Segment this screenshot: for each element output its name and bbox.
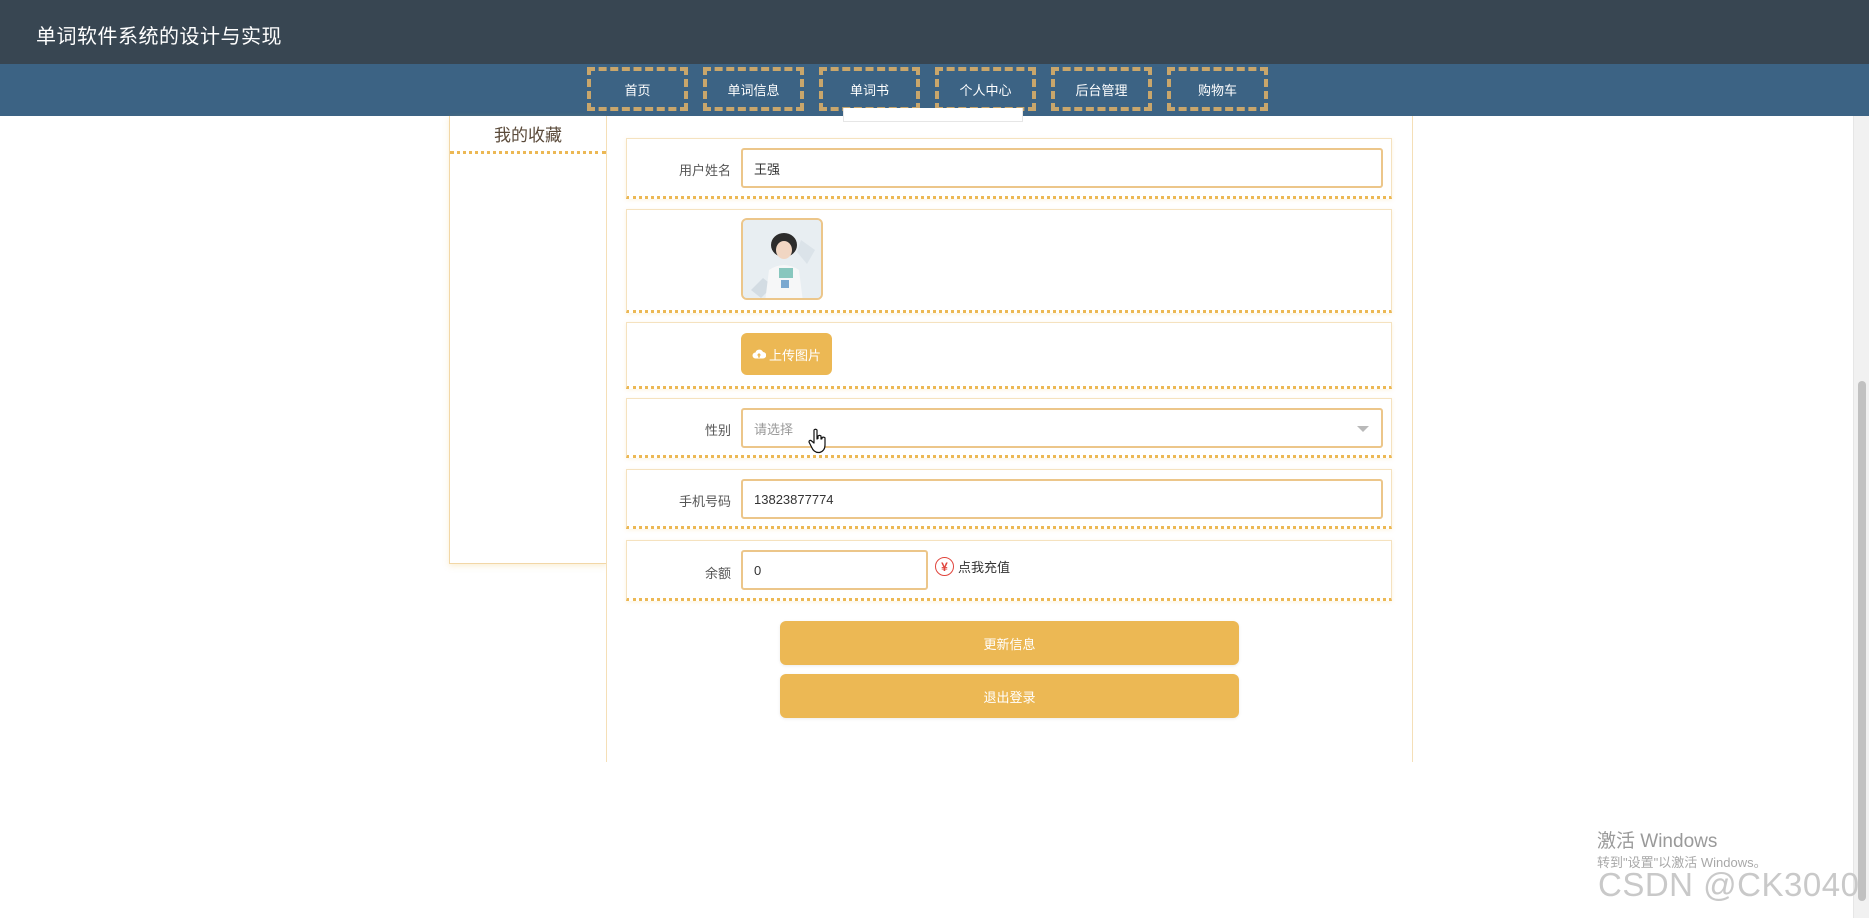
app-title: 单词软件系统的设计与实现 (36, 26, 282, 48)
avatar (741, 218, 823, 300)
form-row-username: 用户姓名 王强 (626, 138, 1392, 199)
yen-icon: ¥ (935, 557, 954, 576)
form-row-gender: 性别 请选择 (626, 398, 1392, 458)
username-input[interactable]: 王强 (741, 148, 1383, 188)
form-row-phone: 手机号码 13823877774 (626, 469, 1392, 529)
chevron-down-icon (1357, 426, 1369, 432)
profile-form-panel: 用户姓名 王强 上传图片 性别 请选择 手机号码 13823877774 余额 … (606, 108, 1413, 762)
scrollbar-thumb[interactable] (1858, 381, 1866, 901)
nav-item-word-book[interactable]: 单词书 (819, 67, 920, 111)
balance-label: 余额 (704, 566, 731, 581)
upload-image-button[interactable]: 上传图片 (741, 333, 832, 375)
nav-item-admin[interactable]: 后台管理 (1051, 67, 1152, 111)
hand-cursor-icon (808, 428, 826, 454)
recharge-label: 点我充值 (958, 560, 1011, 575)
nav-item-word-info[interactable]: 单词信息 (703, 67, 804, 111)
csdn-watermark: CSDN @CK3040 (1598, 866, 1860, 903)
update-info-button[interactable]: 更新信息 (780, 621, 1239, 665)
avatar-image (743, 220, 821, 298)
nav-item-personal-center[interactable]: 个人中心 (935, 67, 1036, 111)
form-row-avatar (626, 209, 1392, 313)
sidebar: 我的收藏 (449, 116, 607, 564)
top-bar: 单词软件系统的设计与实现 (0, 0, 1869, 64)
logout-button[interactable]: 退出登录 (780, 674, 1239, 718)
nav-items: 首页 单词信息 单词书 个人中心 后台管理 购物车 (587, 67, 1268, 111)
form-row-upload: 上传图片 (626, 322, 1392, 389)
balance-input[interactable]: 0 (741, 550, 928, 590)
cloud-upload-icon (752, 349, 766, 359)
windows-activation-title: 激活 Windows (1597, 831, 1718, 852)
nav-item-cart[interactable]: 购物车 (1167, 67, 1268, 111)
sidebar-item-favorites[interactable]: 我的收藏 (450, 116, 606, 154)
gender-select-placeholder: 请选择 (754, 421, 794, 437)
gender-select[interactable]: 请选择 (741, 408, 1383, 448)
username-label: 用户姓名 (678, 163, 731, 178)
form-row-balance: 余额 0 ¥ 点我充值 (626, 540, 1392, 601)
previous-row-stub (843, 108, 1023, 122)
gender-label: 性别 (704, 423, 731, 438)
upload-image-label: 上传图片 (768, 347, 821, 363)
phone-input[interactable]: 13823877774 (741, 479, 1383, 519)
phone-label: 手机号码 (678, 494, 731, 509)
page-scrollbar[interactable] (1853, 116, 1869, 918)
nav-item-home[interactable]: 首页 (587, 67, 688, 111)
recharge-link[interactable]: ¥ 点我充值 (935, 557, 1010, 576)
